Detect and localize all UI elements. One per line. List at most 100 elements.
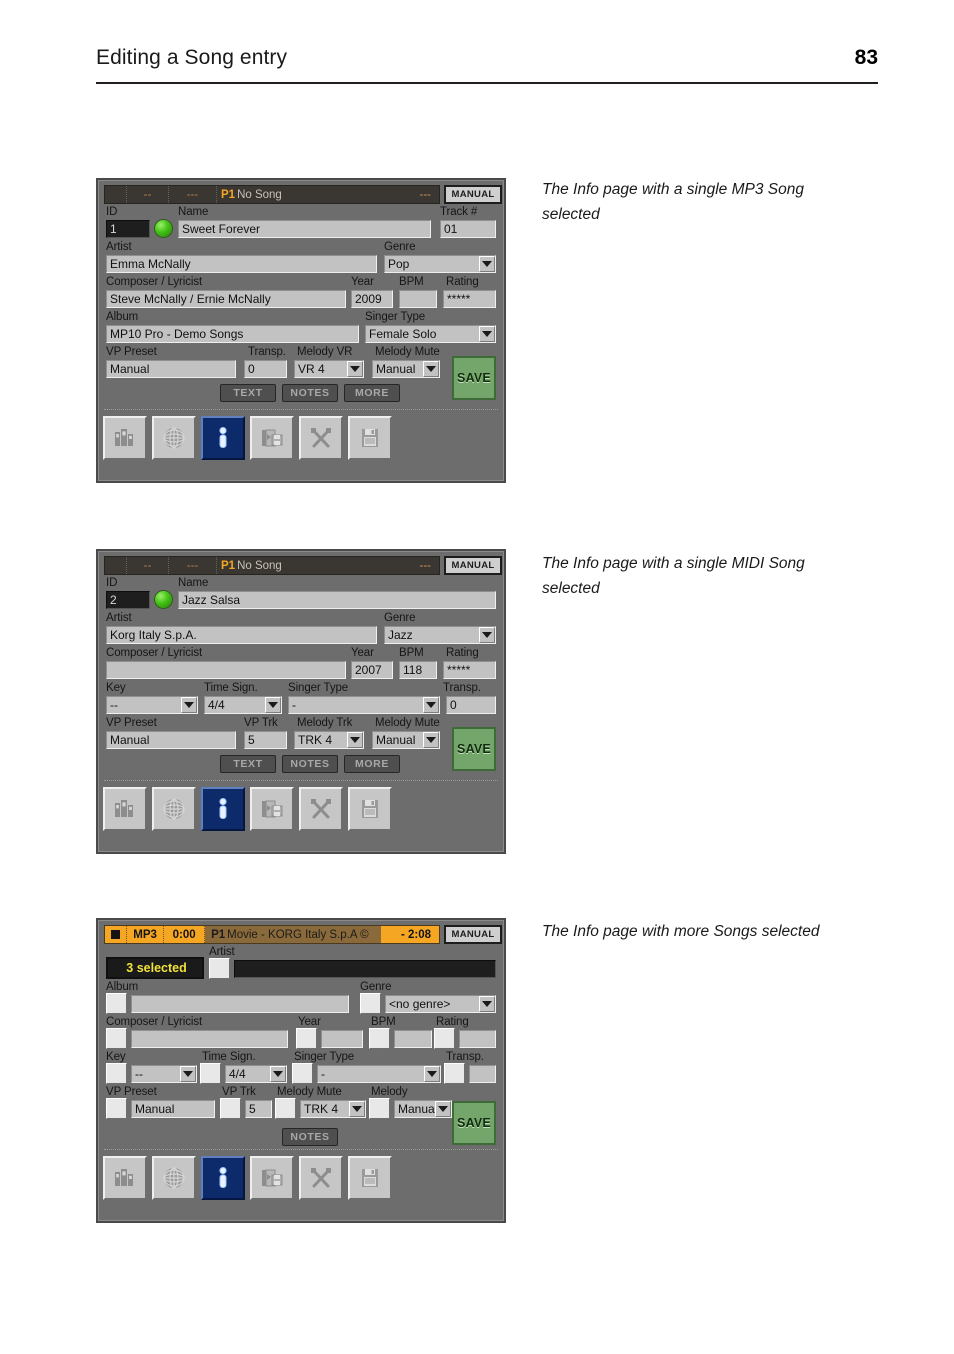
melody-mute-combo[interactable]: Manual	[372, 731, 440, 749]
time-sign-combo[interactable]: 4/4	[204, 696, 282, 714]
vp-trk-checkbox[interactable]	[220, 1098, 241, 1119]
id-field[interactable]: 2	[106, 591, 150, 609]
time-sign-combo[interactable]: 4/4	[225, 1065, 287, 1083]
album-field[interactable]	[131, 995, 349, 1013]
composer-field[interactable]	[131, 1030, 288, 1048]
artist-field[interactable]	[234, 960, 496, 978]
chevron-down-icon[interactable]	[479, 326, 495, 342]
vp-preset-field[interactable]: Manual	[106, 731, 236, 749]
toolbar-library-button[interactable]	[103, 1156, 147, 1200]
melody-combo[interactable]: Manual	[394, 1100, 452, 1118]
melody-trk-combo[interactable]: TRK 4	[294, 731, 364, 749]
singer-type-combo[interactable]: Female Solo	[365, 325, 496, 343]
composer-field[interactable]: Steve McNally / Ernie McNally	[106, 290, 346, 308]
toolbar-info-button[interactable]	[201, 416, 245, 460]
toolbar-globe-button[interactable]	[152, 787, 196, 831]
singer-type-combo[interactable]: -	[317, 1065, 441, 1083]
id-field[interactable]: 1	[106, 220, 150, 238]
melody-mute-combo[interactable]: Manual	[372, 360, 440, 378]
artist-field[interactable]: Korg Italy S.p.A.	[106, 626, 377, 644]
manual-badge[interactable]: MANUAL	[444, 556, 502, 575]
composer-field[interactable]	[106, 661, 346, 679]
toolbar-songbook-save-button[interactable]	[250, 416, 294, 460]
melody-vr-combo[interactable]: VR 4	[294, 360, 364, 378]
save-button[interactable]: SAVE	[452, 1101, 496, 1145]
manual-badge[interactable]: MANUAL	[444, 185, 502, 204]
chevron-down-icon[interactable]	[479, 996, 495, 1012]
toolbar-tools-button[interactable]	[299, 787, 343, 831]
toolbar-songbook-save-button[interactable]	[250, 1156, 294, 1200]
melody-mute-combo[interactable]: TRK 4	[300, 1100, 366, 1118]
chevron-down-icon[interactable]	[423, 732, 439, 748]
chevron-down-icon[interactable]	[479, 627, 495, 643]
year-field[interactable]	[321, 1030, 363, 1048]
vp-preset-checkbox[interactable]	[106, 1098, 127, 1119]
manual-badge[interactable]: MANUAL	[444, 925, 502, 944]
more-button[interactable]: MORE	[344, 755, 400, 773]
year-field[interactable]: 2007	[351, 661, 393, 679]
chevron-down-icon[interactable]	[265, 697, 281, 713]
year-field[interactable]: 2009	[351, 290, 393, 308]
more-button[interactable]: MORE	[344, 384, 400, 402]
transp-field[interactable]: 0	[244, 360, 287, 378]
rating-field[interactable]	[459, 1030, 496, 1048]
vp-trk-field[interactable]: 5	[244, 731, 287, 749]
key-combo[interactable]: --	[106, 696, 198, 714]
album-checkbox[interactable]	[106, 993, 127, 1014]
vp-trk-field[interactable]: 5	[245, 1100, 272, 1118]
chevron-down-icon[interactable]	[270, 1066, 286, 1082]
album-field[interactable]: MP10 Pro - Demo Songs	[106, 325, 359, 343]
bpm-field[interactable]: 118	[399, 661, 437, 679]
toolbar-info-button[interactable]	[201, 787, 245, 831]
rating-checkbox[interactable]	[434, 1028, 455, 1049]
name-field[interactable]: Sweet Forever	[178, 220, 431, 238]
chevron-down-icon[interactable]	[423, 361, 439, 377]
artist-field[interactable]: Emma McNally	[106, 255, 377, 273]
singer-type-combo[interactable]: -	[288, 696, 440, 714]
artist-checkbox[interactable]	[209, 958, 230, 979]
notes-button[interactable]: NOTES	[282, 755, 338, 773]
transp-field[interactable]: 0	[446, 696, 496, 714]
toolbar-globe-button[interactable]	[152, 1156, 196, 1200]
genre-combo[interactable]: Jazz	[384, 626, 496, 644]
melody-checkbox[interactable]	[369, 1098, 390, 1119]
text-button[interactable]: TEXT	[220, 384, 276, 402]
composer-checkbox[interactable]	[106, 1028, 127, 1049]
notes-button[interactable]: NOTES	[282, 384, 338, 402]
toolbar-info-button[interactable]	[201, 1156, 245, 1200]
bpm-field[interactable]	[399, 290, 437, 308]
chevron-down-icon[interactable]	[423, 697, 439, 713]
key-checkbox[interactable]	[106, 1063, 127, 1084]
genre-combo[interactable]: Pop	[384, 255, 496, 273]
year-checkbox[interactable]	[296, 1028, 317, 1049]
toolbar-library-button[interactable]	[103, 416, 147, 460]
bpm-field[interactable]	[394, 1030, 432, 1048]
time-sign-checkbox[interactable]	[200, 1063, 221, 1084]
chevron-down-icon[interactable]	[347, 361, 363, 377]
bpm-checkbox[interactable]	[369, 1028, 390, 1049]
transp-field[interactable]	[469, 1065, 496, 1083]
vp-preset-field[interactable]: Manual	[131, 1100, 215, 1118]
toolbar-songbook-save-button[interactable]	[250, 787, 294, 831]
save-button[interactable]: SAVE	[452, 356, 496, 400]
toolbar-disk-save-button[interactable]	[348, 1156, 392, 1200]
toolbar-globe-button[interactable]	[152, 416, 196, 460]
genre-checkbox[interactable]	[360, 993, 381, 1014]
vp-preset-field[interactable]: Manual	[106, 360, 236, 378]
toolbar-tools-button[interactable]	[299, 416, 343, 460]
genre-combo[interactable]: <no genre>	[385, 995, 496, 1013]
transp-checkbox[interactable]	[444, 1063, 465, 1084]
singer-type-checkbox[interactable]	[292, 1063, 313, 1084]
melody-mute-checkbox[interactable]	[275, 1098, 296, 1119]
toolbar-tools-button[interactable]	[299, 1156, 343, 1200]
text-button[interactable]: TEXT	[220, 755, 276, 773]
track-field[interactable]: 01	[440, 220, 496, 238]
toolbar-disk-save-button[interactable]	[348, 787, 392, 831]
toolbar-library-button[interactable]	[103, 787, 147, 831]
chevron-down-icon[interactable]	[347, 732, 363, 748]
save-button[interactable]: SAVE	[452, 727, 496, 771]
chevron-down-icon[interactable]	[349, 1101, 365, 1117]
chevron-down-icon[interactable]	[479, 256, 495, 272]
chevron-down-icon[interactable]	[180, 1066, 196, 1082]
rating-field[interactable]: *****	[443, 661, 496, 679]
